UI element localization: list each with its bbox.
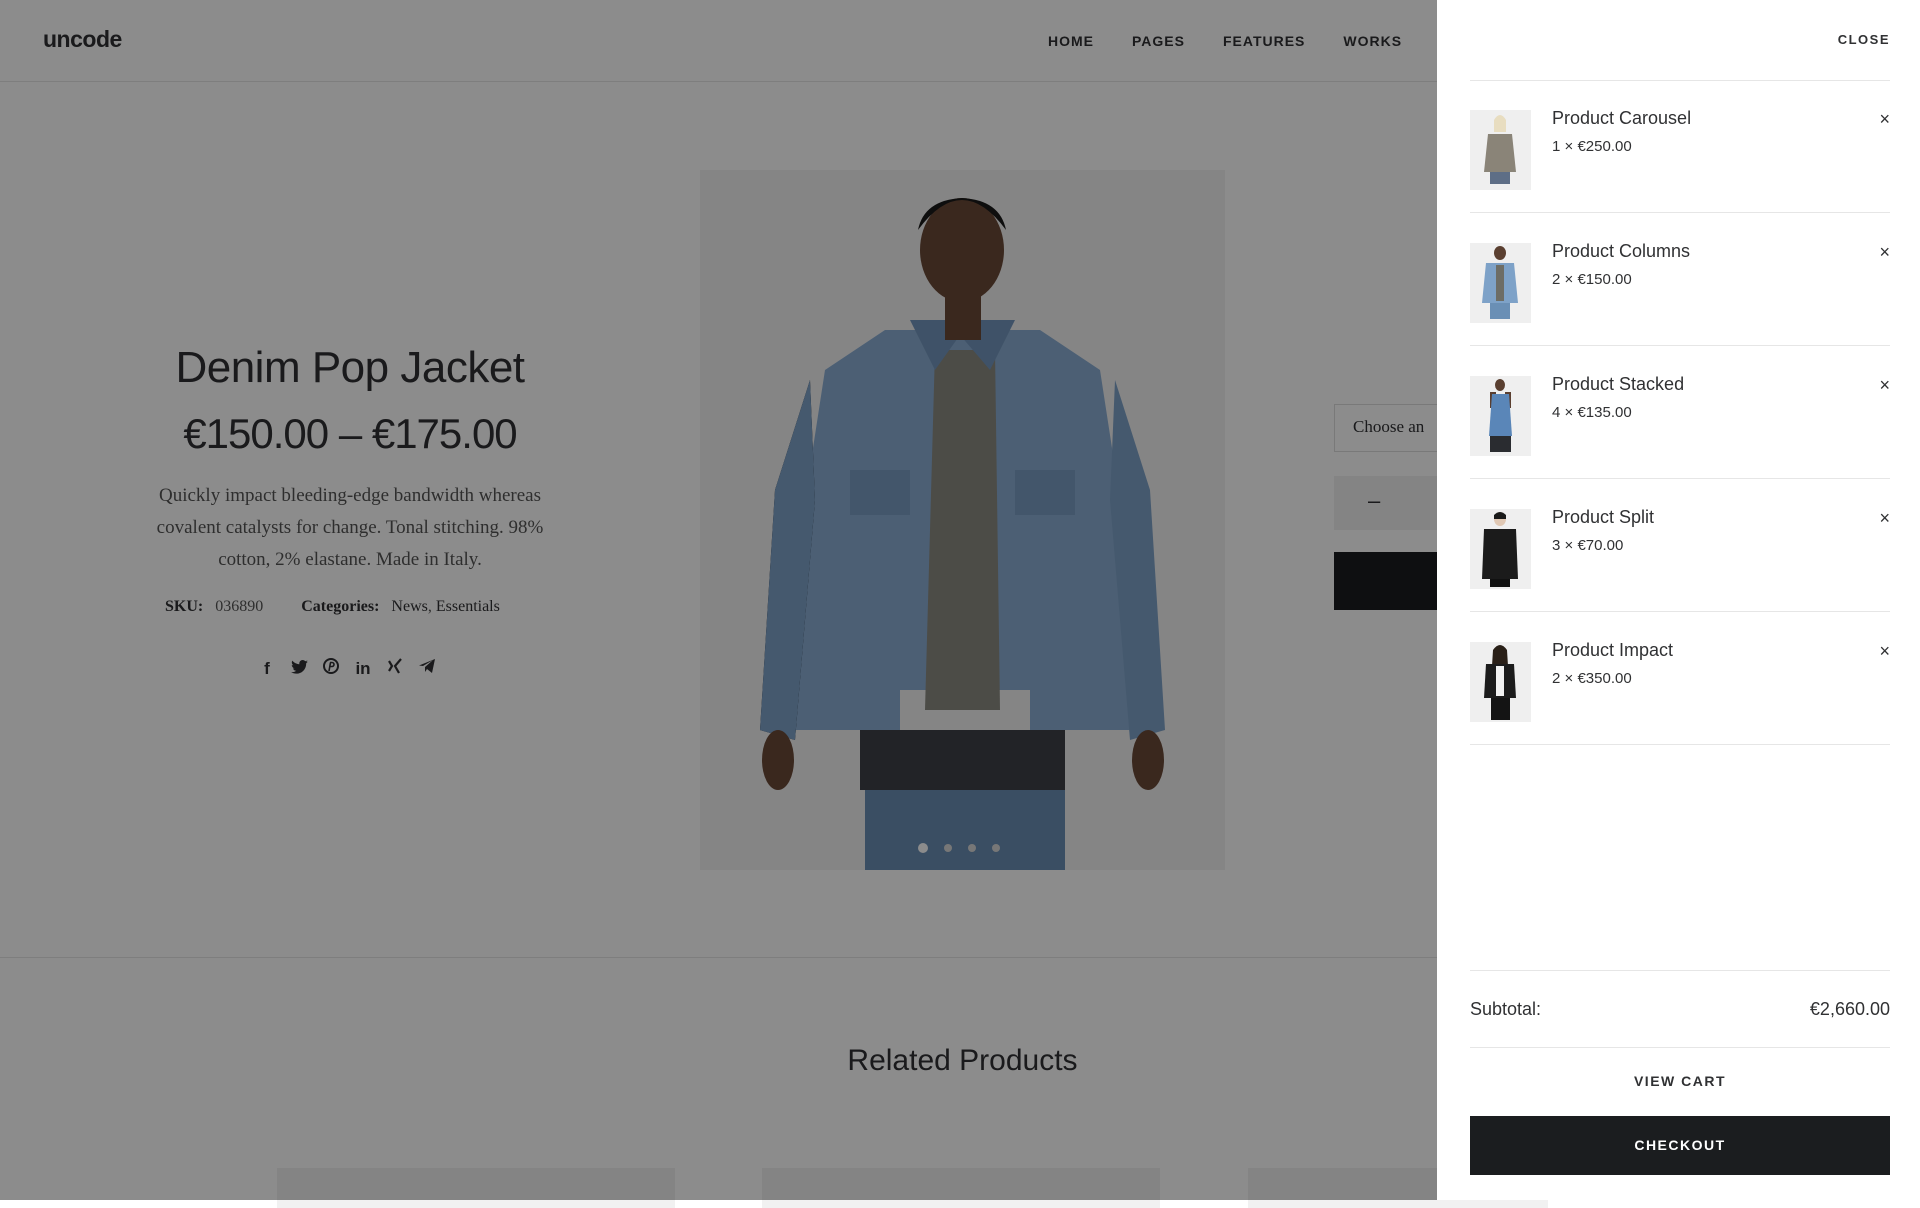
mini-cart-panel: CLOSE Product Carousel 1 × €250.00 × Pro…: [1437, 0, 1920, 1200]
close-button[interactable]: CLOSE: [1838, 32, 1890, 47]
cart-item-price: €350.00: [1577, 670, 1632, 687]
subtotal-value: €2,660.00: [1809, 999, 1890, 1019]
remove-item-icon[interactable]: ×: [1879, 243, 1890, 261]
cart-item-qty: 4 ×: [1552, 404, 1574, 421]
cart-item-qty: 1 ×: [1552, 138, 1574, 155]
cart-item-thumbnail[interactable]: [1470, 642, 1531, 722]
remove-item-icon[interactable]: ×: [1879, 376, 1890, 394]
cart-item-name[interactable]: Product Impact: [1552, 640, 1673, 661]
cart-item: Product Carousel 1 × €250.00 ×: [1470, 80, 1890, 213]
cart-item-name[interactable]: Product Carousel: [1552, 108, 1691, 129]
cart-item-thumbnail[interactable]: [1470, 376, 1531, 456]
cart-item-quantity-price: 2 × €150.00: [1552, 271, 1632, 288]
view-cart-button[interactable]: VIEW CART: [1470, 1073, 1890, 1089]
cart-item-quantity-price: 4 × €135.00: [1552, 404, 1632, 421]
cart-divider: [1470, 1047, 1890, 1048]
cart-item-name[interactable]: Product Stacked: [1552, 374, 1684, 395]
cart-item-quantity-price: 1 × €250.00: [1552, 138, 1632, 155]
cart-item-price: €250.00: [1577, 138, 1632, 155]
cart-item-price: €135.00: [1577, 404, 1632, 421]
remove-item-icon[interactable]: ×: [1879, 642, 1890, 660]
cart-item-name[interactable]: Product Columns: [1552, 241, 1690, 262]
cart-item-qty: 2 ×: [1552, 271, 1574, 288]
cart-divider: [1470, 970, 1890, 971]
cart-item-thumbnail[interactable]: [1470, 243, 1531, 323]
cart-item: Product Impact 2 × €350.00 ×: [1470, 612, 1890, 745]
cart-item: Product Stacked 4 × €135.00 ×: [1470, 346, 1890, 479]
cart-item-price: €70.00: [1577, 537, 1624, 554]
cart-item-price: €150.00: [1577, 271, 1632, 288]
cart-item-thumbnail[interactable]: [1470, 110, 1531, 190]
cart-item-qty: 3 ×: [1552, 537, 1574, 554]
cart-item-quantity-price: 3 × €70.00: [1552, 537, 1623, 554]
remove-item-icon[interactable]: ×: [1879, 509, 1890, 527]
subtotal-label: Subtotal:: [1470, 999, 1542, 1019]
remove-item-icon[interactable]: ×: [1879, 110, 1890, 128]
checkout-button[interactable]: CHECKOUT: [1470, 1116, 1890, 1175]
cart-item-qty: 2 ×: [1552, 670, 1574, 687]
cart-item: Product Columns 2 × €150.00 ×: [1470, 213, 1890, 346]
cart-item-quantity-price: 2 × €350.00: [1552, 670, 1632, 687]
cart-item: Product Split 3 × €70.00 ×: [1470, 479, 1890, 612]
cart-item-thumbnail[interactable]: [1470, 509, 1531, 589]
cart-item-name[interactable]: Product Split: [1552, 507, 1654, 528]
